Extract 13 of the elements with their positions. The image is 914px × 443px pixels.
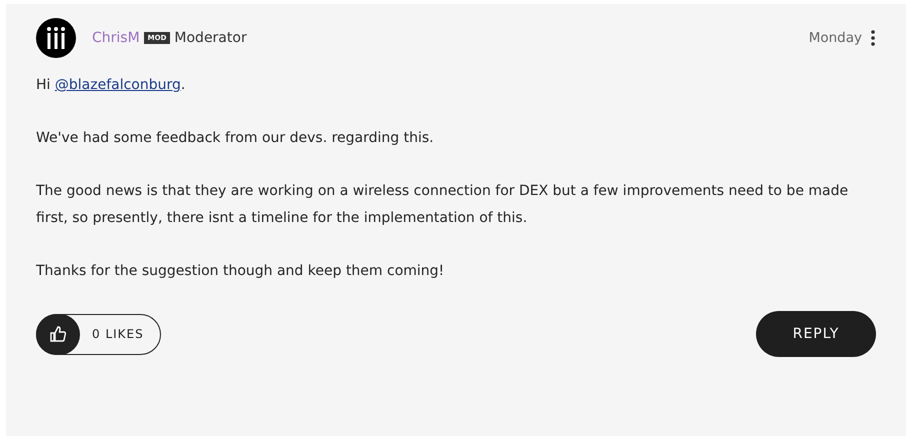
post-paragraph: Thanks for the suggestion though and keep them coming! (36, 262, 446, 281)
avatar-icon (36, 18, 76, 58)
post-paragraph: The good news is that they are working on a wireless connection for DEX but a few improvements need to be made first, so presently, there isnt a timeline for the implementation of this. (36, 182, 850, 228)
thumbs-up-icon (50, 326, 66, 342)
post-time: Monday (808, 28, 862, 48)
more-options-icon[interactable] (870, 30, 876, 46)
author-role: Moderator (174, 28, 247, 48)
like-button[interactable]: 0 LIKES (36, 314, 161, 354)
reply-button[interactable]: REPLY (756, 311, 876, 357)
author-name[interactable]: ChrisM (92, 28, 140, 48)
post-paragraph: We've had some feedback from our devs. regarding this. (36, 129, 435, 148)
mention-link[interactable]: @blazefalconburg (54, 77, 181, 93)
greeting-text: Hi @blazefalconburg. (36, 76, 186, 95)
